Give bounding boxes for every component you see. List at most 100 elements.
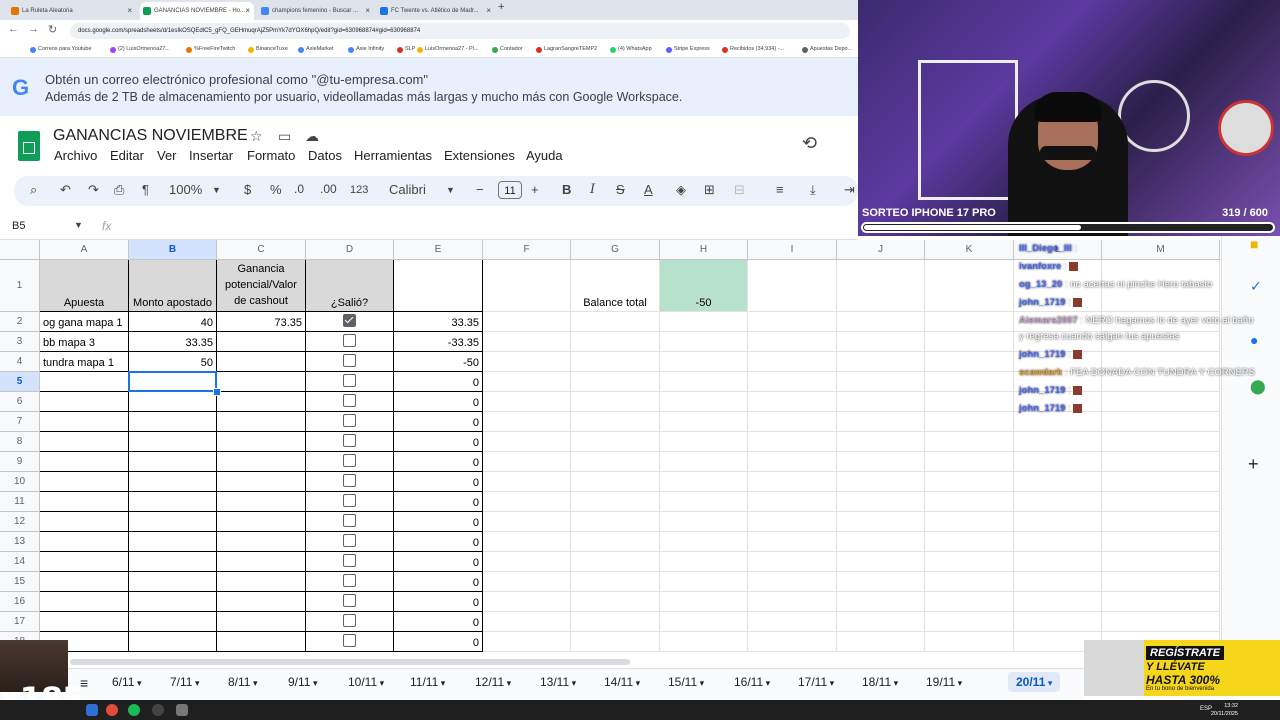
- cell[interactable]: [837, 472, 925, 492]
- salio-checkbox[interactable]: [343, 534, 356, 547]
- cell[interactable]: [925, 412, 1014, 432]
- column-header-b[interactable]: B: [129, 240, 217, 260]
- potential-gain-cell[interactable]: [217, 532, 306, 552]
- salio-checkbox[interactable]: [343, 434, 356, 447]
- column-header-d[interactable]: D: [306, 240, 394, 260]
- sheet-tab[interactable]: 10/11 ▾: [348, 675, 384, 689]
- amount-cell[interactable]: [129, 512, 217, 532]
- cell[interactable]: [748, 592, 837, 612]
- browser-tab[interactable]: champions femenino - Buscar ... ×: [258, 2, 374, 20]
- cell[interactable]: [748, 572, 837, 592]
- cell[interactable]: [660, 332, 748, 352]
- bookmark[interactable]: Recibidos (34,934) -...: [722, 43, 784, 56]
- paint-format-icon[interactable]: ¶: [142, 182, 149, 197]
- italic-button[interactable]: I: [590, 182, 595, 197]
- bet-name-cell[interactable]: [40, 432, 129, 452]
- row-header[interactable]: 13: [0, 532, 40, 552]
- column-header-k[interactable]: K: [925, 240, 1014, 260]
- row-header[interactable]: 11: [0, 492, 40, 512]
- result-cell[interactable]: 0: [394, 612, 483, 632]
- cell[interactable]: [748, 260, 837, 312]
- salio-checkbox[interactable]: [343, 494, 356, 507]
- sheet-tab[interactable]: 8/11 ▾: [228, 675, 258, 689]
- cell[interactable]: [483, 452, 571, 472]
- workspace-promo-banner[interactable]: G Obtén un correo electrónico profesiona…: [0, 58, 858, 116]
- potential-gain-cell[interactable]: [217, 412, 306, 432]
- bet-name-cell[interactable]: [40, 392, 129, 412]
- cell[interactable]: [571, 332, 660, 352]
- bet-name-cell[interactable]: [40, 412, 129, 432]
- cell[interactable]: [571, 432, 660, 452]
- cell[interactable]: [394, 260, 483, 312]
- salio-checkbox[interactable]: [343, 454, 356, 467]
- cell[interactable]: [925, 552, 1014, 572]
- cell[interactable]: [483, 512, 571, 532]
- row-header[interactable]: 16: [0, 592, 40, 612]
- menu-insertar[interactable]: Insertar: [189, 148, 233, 163]
- cell[interactable]: [748, 312, 837, 332]
- bookmark[interactable]: SLP: [397, 43, 415, 56]
- amount-cell[interactable]: [129, 612, 217, 632]
- potential-gain-cell[interactable]: [217, 372, 306, 392]
- decrease-font-size-button[interactable]: −: [476, 182, 484, 197]
- column-header-a[interactable]: A: [40, 240, 129, 260]
- cell[interactable]: [925, 352, 1014, 372]
- fill-handle[interactable]: [213, 388, 221, 396]
- cell[interactable]: [925, 432, 1014, 452]
- result-cell[interactable]: 0: [394, 592, 483, 612]
- row-header[interactable]: 14: [0, 552, 40, 572]
- forward-icon[interactable]: →: [28, 23, 39, 35]
- potential-gain-cell[interactable]: [217, 392, 306, 412]
- cell[interactable]: [660, 592, 748, 612]
- cell[interactable]: [1102, 432, 1220, 452]
- cell[interactable]: [571, 492, 660, 512]
- salio-checkbox[interactable]: [343, 514, 356, 527]
- obs-taskbar-icon[interactable]: [152, 704, 164, 716]
- result-cell[interactable]: 0: [394, 572, 483, 592]
- row-header[interactable]: 10: [0, 472, 40, 492]
- cell[interactable]: [1014, 452, 1102, 472]
- cell[interactable]: [748, 392, 837, 412]
- cell[interactable]: [748, 352, 837, 372]
- betting-ad-banner[interactable]: REGÍSTRATE Y LLÉVATE HASTA 300% En tu bo…: [1084, 640, 1280, 696]
- browser-tab[interactable]: GANANCIAS NOVIEMBRE - Ho... ×: [140, 2, 254, 20]
- menu-extensiones[interactable]: Extensiones: [444, 148, 515, 163]
- menu-herramientas[interactable]: Herramientas: [354, 148, 432, 163]
- bet-name-cell[interactable]: [40, 492, 129, 512]
- menu-editar[interactable]: Editar: [110, 148, 144, 163]
- sheet-tab[interactable]: 14/11 ▾: [604, 675, 640, 689]
- cell[interactable]: [748, 512, 837, 532]
- cell[interactable]: [837, 392, 925, 412]
- cell[interactable]: [925, 372, 1014, 392]
- cell[interactable]: [660, 372, 748, 392]
- cell[interactable]: [571, 312, 660, 332]
- header-monto-apostado[interactable]: Monto apostado: [129, 260, 217, 312]
- header-ganancia-potencial[interactable]: Ganancia potencial/Valor de cashout: [217, 260, 306, 312]
- potential-gain-cell[interactable]: [217, 432, 306, 452]
- salio-checkbox[interactable]: [343, 474, 356, 487]
- cell[interactable]: [925, 472, 1014, 492]
- cell[interactable]: [571, 372, 660, 392]
- cell[interactable]: [925, 332, 1014, 352]
- row-header[interactable]: 4: [0, 352, 40, 372]
- column-header-i[interactable]: I: [748, 240, 837, 260]
- app-taskbar-icon[interactable]: [176, 704, 188, 716]
- potential-gain-cell[interactable]: [217, 492, 306, 512]
- cell[interactable]: [748, 332, 837, 352]
- cell[interactable]: [748, 612, 837, 632]
- cell[interactable]: [925, 632, 1014, 652]
- cell[interactable]: [925, 532, 1014, 552]
- amount-cell[interactable]: [129, 492, 217, 512]
- amount-cell[interactable]: 33.35: [129, 332, 217, 352]
- salio-checkbox[interactable]: [343, 394, 356, 407]
- bold-button[interactable]: B: [562, 182, 571, 197]
- menu-ayuda[interactable]: Ayuda: [526, 148, 563, 163]
- sheet-tab[interactable]: 11/11 ▾: [410, 675, 445, 689]
- cell[interactable]: [1014, 492, 1102, 512]
- cell[interactable]: [660, 452, 748, 472]
- cell[interactable]: [837, 312, 925, 332]
- cell[interactable]: [571, 352, 660, 372]
- sheet-tab[interactable]: 12/11 ▾: [475, 675, 511, 689]
- cell[interactable]: [837, 632, 925, 652]
- document-title[interactable]: GANANCIAS NOVIEMBRE: [53, 127, 248, 145]
